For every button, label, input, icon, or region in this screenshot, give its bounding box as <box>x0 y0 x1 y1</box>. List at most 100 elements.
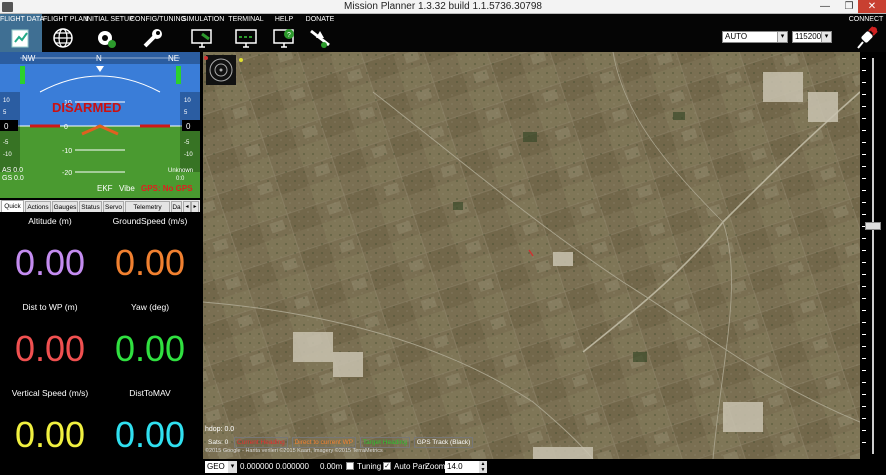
menu-label: FLIGHT DATA <box>0 16 45 23</box>
donate-plane-icon <box>310 29 330 48</box>
hud-panel: NW N NE 10 0 -10 -20 0 0 10 5 -5 -10 10 … <box>0 52 200 198</box>
pitch-label: 0 <box>64 124 68 131</box>
quick-value[interactable]: 0.00 <box>100 414 200 456</box>
port-select[interactable]: AUTO ▾ <box>722 31 788 43</box>
menu-label: CONFIG/TUNING <box>130 16 186 23</box>
coord-mode-value: GEO <box>207 462 225 471</box>
globe-icon <box>53 28 73 48</box>
menu-label: DONATE <box>305 16 335 23</box>
help-icon: ? <box>273 29 294 48</box>
connect-label: CONNECT <box>848 16 884 23</box>
legend-current-heading: Current Heading <box>234 437 288 448</box>
zoom-handle[interactable] <box>865 222 881 230</box>
quick-label: Vertical Speed (m/s) <box>11 388 89 398</box>
menu-donate[interactable]: DONATE <box>302 14 338 52</box>
maximize-button[interactable]: ❐ <box>838 0 860 13</box>
menu-terminal[interactable]: TERMINAL <box>227 14 265 52</box>
main-menu: FLIGHT DATA FLIGHT PLAN INITIAL SETUP CO… <box>0 14 886 52</box>
flight-data-icon <box>11 29 29 48</box>
chevron-down-icon[interactable]: ▾ <box>228 461 237 473</box>
zoom-slider[interactable] <box>860 52 886 475</box>
zoom-ticks <box>862 58 866 454</box>
tab-gauges[interactable]: Gauges <box>52 201 78 212</box>
menu-label: INITIAL SETUP <box>85 16 134 23</box>
chevron-left-icon[interactable]: ◂ <box>183 201 191 212</box>
menu-help[interactable]: HELP ? <box>268 14 300 52</box>
svg-text:?: ? <box>287 32 291 39</box>
menu-config-tuning[interactable]: CONFIG/TUNING <box>130 14 186 52</box>
map-status-bar: GEO ▾ 0.000000 0.000000 0.00m Tuning ✓ A… <box>203 459 860 475</box>
tuning-checkbox[interactable] <box>346 462 354 470</box>
window-title: Mission Planner 1.3.32 build 1.1.5736.30… <box>344 1 542 12</box>
quick-value[interactable]: 0.00 <box>0 414 100 456</box>
pitch-label: -20 <box>62 170 72 177</box>
arm-status: DISARMED <box>52 100 121 115</box>
hud-artificial-horizon: NW N NE 10 0 -10 -20 0 0 10 5 -5 -10 10 … <box>0 52 200 198</box>
quick-value[interactable]: 0.00 <box>100 328 200 370</box>
connect-button[interactable]: CONNECT <box>846 14 886 52</box>
coordinates: 0.000000 0.000000 <box>240 462 309 471</box>
speed-readout: 0 <box>4 122 9 131</box>
stepper-arrows-icon[interactable]: ▲ ▼ <box>479 461 487 473</box>
menu-label: FLIGHT PLAN <box>43 16 88 23</box>
map-legend: Sats: 0 Current Heading Direct to curren… <box>206 437 475 448</box>
satellite-map[interactable]: hdop: 0.0 ©2015 Google - Harita verileri… <box>203 52 860 459</box>
menu-label: HELP <box>274 16 294 23</box>
gps-status: GPS: No GPS <box>141 184 193 193</box>
zoom-label: Zoom <box>425 462 446 471</box>
tab-dataflash[interactable]: Da <box>171 201 182 212</box>
quick-value[interactable]: 0.00 <box>0 242 100 284</box>
simulation-icon <box>191 29 212 48</box>
quick-label: DistToMAV <box>129 388 171 398</box>
tuning-label: Tuning <box>357 462 382 471</box>
minimize-button[interactable]: — <box>814 0 836 13</box>
baud-select[interactable]: 115200 ▾ <box>792 31 832 43</box>
legend-target-heading: Target Heading <box>359 437 410 448</box>
vibe-indicator[interactable]: Vibe <box>119 184 135 193</box>
tab-servo[interactable]: Servo <box>103 201 124 212</box>
baud-value: 115200 <box>795 32 822 41</box>
port-value: AUTO <box>725 32 748 41</box>
menu-flight-plan[interactable]: FLIGHT PLAN <box>43 14 88 52</box>
app-icon <box>2 2 13 12</box>
chevron-down-icon[interactable]: ▾ <box>821 32 831 42</box>
title-bar: Mission Planner 1.3.32 build 1.1.5736.30… <box>0 0 886 14</box>
tab-quick[interactable]: Quick <box>1 200 24 212</box>
airspeed: AS 0.0 <box>2 167 23 174</box>
close-button[interactable]: ✕ <box>858 0 886 13</box>
quick-label: Dist to WP (m) <box>22 302 78 312</box>
tab-telemetry-logs[interactable]: Telemetry Logs <box>125 201 170 222</box>
groundspeed: GS 0.0 <box>2 175 24 182</box>
right-tick: 10 <box>184 98 191 104</box>
left-tick: -5 <box>3 140 9 146</box>
autopan-label: Auto Pan <box>394 462 427 471</box>
terminal-icon <box>235 29 257 48</box>
quick-value[interactable]: 0.00 <box>100 242 200 284</box>
zoom-stepper[interactable]: 14.0 ▲ ▼ <box>445 461 487 473</box>
chevron-right-icon[interactable]: ▸ <box>191 201 199 212</box>
menu-simulation[interactable]: SIMULATION <box>182 14 225 52</box>
zoom-track <box>872 58 874 454</box>
coord-mode-select[interactable]: GEO ▾ <box>205 461 237 473</box>
menu-flight-data[interactable]: FLIGHT DATA <box>0 14 45 52</box>
hdop-readout: hdop: 0.0 <box>205 426 235 433</box>
menu-label: SIMULATION <box>182 16 225 23</box>
setup-gear-icon <box>98 31 116 48</box>
data-tabs: Quick Actions Gauges Status Servo Teleme… <box>0 200 200 222</box>
left-tick: -10 <box>3 152 12 158</box>
right-tick: -5 <box>184 140 190 146</box>
quick-label: Altitude (m) <box>28 216 72 226</box>
heading-label: NW <box>22 54 36 63</box>
chevron-down-icon[interactable]: ▾ <box>777 32 787 42</box>
flight-mode: Unknown <box>168 168 193 174</box>
wrench-icon <box>143 29 162 48</box>
legend-gps-track: GPS Track (Black) <box>413 437 474 448</box>
zoom-value: 14.0 <box>447 462 463 471</box>
ekf-indicator[interactable]: EKF <box>97 184 113 193</box>
quick-panel: Altitude (m) 0.00 GroundSpeed (m/s) 0.00… <box>0 212 200 475</box>
tab-actions[interactable]: Actions <box>25 201 51 212</box>
autopan-checkbox[interactable]: ✓ <box>383 462 391 470</box>
menu-initial-setup[interactable]: INITIAL SETUP <box>85 14 134 52</box>
tab-status[interactable]: Status <box>79 201 102 212</box>
quick-value[interactable]: 0.00 <box>0 328 100 370</box>
